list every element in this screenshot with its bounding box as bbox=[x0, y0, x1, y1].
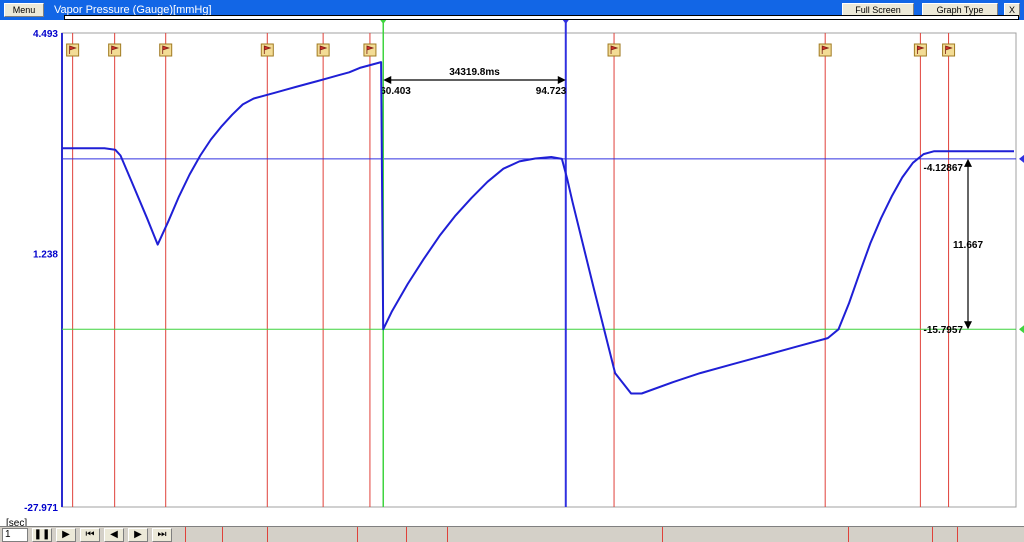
timeline-marker-tick bbox=[662, 527, 663, 542]
title-bar: Menu Vapor Pressure (Gauge)[mmHg] Full S… bbox=[0, 0, 1024, 20]
timeline-marker-tick bbox=[406, 527, 407, 542]
step-forward-button[interactable]: ▶ bbox=[128, 528, 148, 542]
level-b-handle bbox=[1019, 154, 1024, 163]
flag-icon bbox=[818, 43, 832, 57]
flag-icon bbox=[66, 43, 80, 57]
cursor-b-label: 94.723 bbox=[536, 86, 567, 97]
menu-button[interactable]: Menu bbox=[4, 3, 44, 17]
play-button[interactable]: ▶ bbox=[56, 528, 76, 542]
timeline-marker-tick bbox=[267, 527, 268, 542]
cursor-a-label: 60.403 bbox=[380, 86, 411, 97]
playback-controls: 1 ❚❚ ▶ ⏮ ◀ ▶ ⏭ bbox=[0, 526, 1024, 542]
page-stepper[interactable]: 1 bbox=[2, 528, 28, 542]
pause-button[interactable]: ❚❚ bbox=[32, 528, 52, 542]
step-back-button[interactable]: ◀ bbox=[104, 528, 124, 542]
y-tick-label: 1.238 bbox=[33, 250, 58, 261]
y-tick-label: -27.971 bbox=[24, 503, 58, 512]
timeline-marker-tick bbox=[447, 527, 448, 542]
level-a-handle bbox=[1019, 325, 1024, 334]
cursor-a-handle bbox=[380, 20, 387, 24]
delta-time-label: 34319.8ms bbox=[449, 67, 500, 78]
chart-area: 4.4931.238-27.971017.93835.87653.81371.7… bbox=[0, 20, 1024, 512]
plot-frame bbox=[61, 32, 1017, 508]
cursor-b-handle bbox=[562, 20, 569, 24]
flag-icon bbox=[913, 43, 927, 57]
flag-icon bbox=[316, 43, 330, 57]
skip-start-button[interactable]: ⏮ bbox=[80, 528, 100, 542]
timeline-marker-tick bbox=[357, 527, 358, 542]
skip-end-button[interactable]: ⏭ bbox=[152, 528, 172, 542]
chart-svg[interactable]: 4.4931.238-27.971017.93835.87653.81371.7… bbox=[0, 20, 1024, 512]
timeline-marker-tick bbox=[957, 527, 958, 542]
flag-icon bbox=[108, 43, 122, 57]
timeline-marker-tick bbox=[932, 527, 933, 542]
flag-icon bbox=[159, 43, 173, 57]
y-tick-label: 4.493 bbox=[33, 29, 58, 40]
timeline-marker-tick bbox=[848, 527, 849, 542]
level-a-label: -15.7957 bbox=[924, 325, 964, 336]
flag-icon bbox=[607, 43, 621, 57]
flag-icon bbox=[363, 43, 377, 57]
timeline-marker-tick bbox=[222, 527, 223, 542]
timeline-marker-tick bbox=[185, 527, 186, 542]
level-b-label: -4.12867 bbox=[924, 163, 964, 174]
delta-level-label: 11.667 bbox=[953, 240, 983, 251]
flag-icon bbox=[260, 43, 274, 57]
flag-icon bbox=[942, 43, 956, 57]
